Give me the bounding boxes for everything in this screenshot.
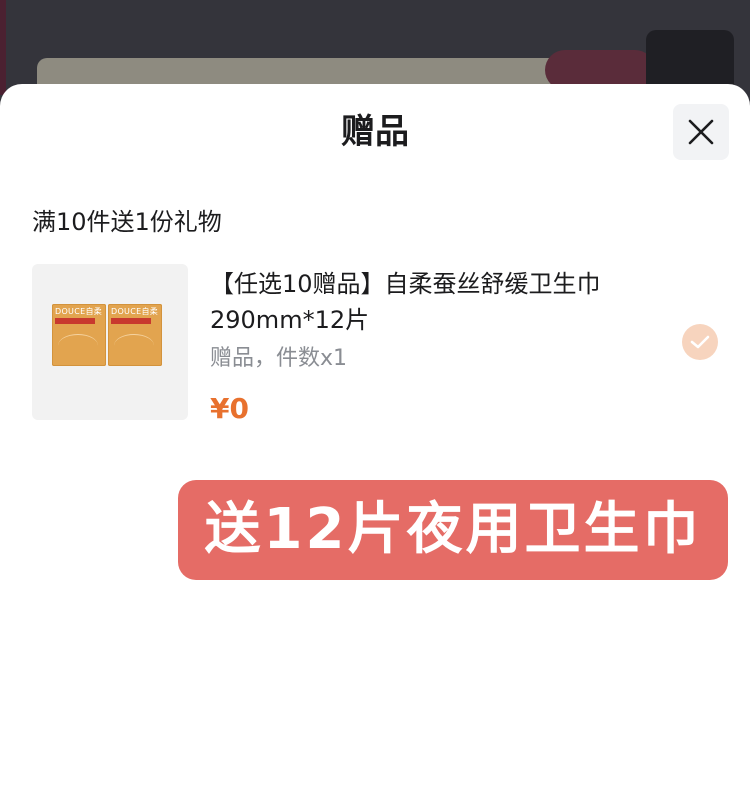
gift-bottom-sheet: 赠品 满10件送1份礼物 DOUCE自柔 DOUCE自柔 【任选10赠品】自柔蚕… — [0, 84, 750, 802]
product-price: ¥0 — [210, 392, 249, 425]
promo-text: 送12片夜用卫生巾 — [204, 497, 702, 562]
product-pack-image: DOUCE自柔 — [52, 304, 106, 366]
pack-wave — [114, 334, 154, 357]
background-edge — [0, 0, 6, 95]
close-button[interactable] — [673, 104, 729, 160]
pack-brand-text: DOUCE自柔 — [55, 307, 103, 316]
product-thumbnail: DOUCE自柔 DOUCE自柔 — [32, 264, 188, 420]
gift-item[interactable]: DOUCE自柔 DOUCE自柔 【任选10赠品】自柔蚕丝舒缓卫生巾290mm*1… — [32, 264, 722, 425]
gift-rule-label: 满10件送1份礼物 — [32, 208, 222, 236]
pack-wave — [58, 334, 98, 357]
product-meta: 赠品，件数x1 — [210, 346, 348, 371]
product-name: 【任选10赠品】自柔蚕丝舒缓卫生巾290mm*12片 — [210, 270, 601, 334]
promo-banner: 送12片夜用卫生巾 — [178, 480, 728, 580]
close-icon — [688, 119, 714, 145]
sheet-title: 赠品 — [341, 112, 409, 152]
selected-checkbox[interactable] — [682, 324, 718, 360]
check-circle-icon — [690, 335, 710, 349]
pack-brand-text: DOUCE自柔 — [111, 307, 159, 316]
pack-band — [55, 318, 95, 324]
pack-band — [111, 318, 151, 324]
product-pack-image: DOUCE自柔 — [108, 304, 162, 366]
